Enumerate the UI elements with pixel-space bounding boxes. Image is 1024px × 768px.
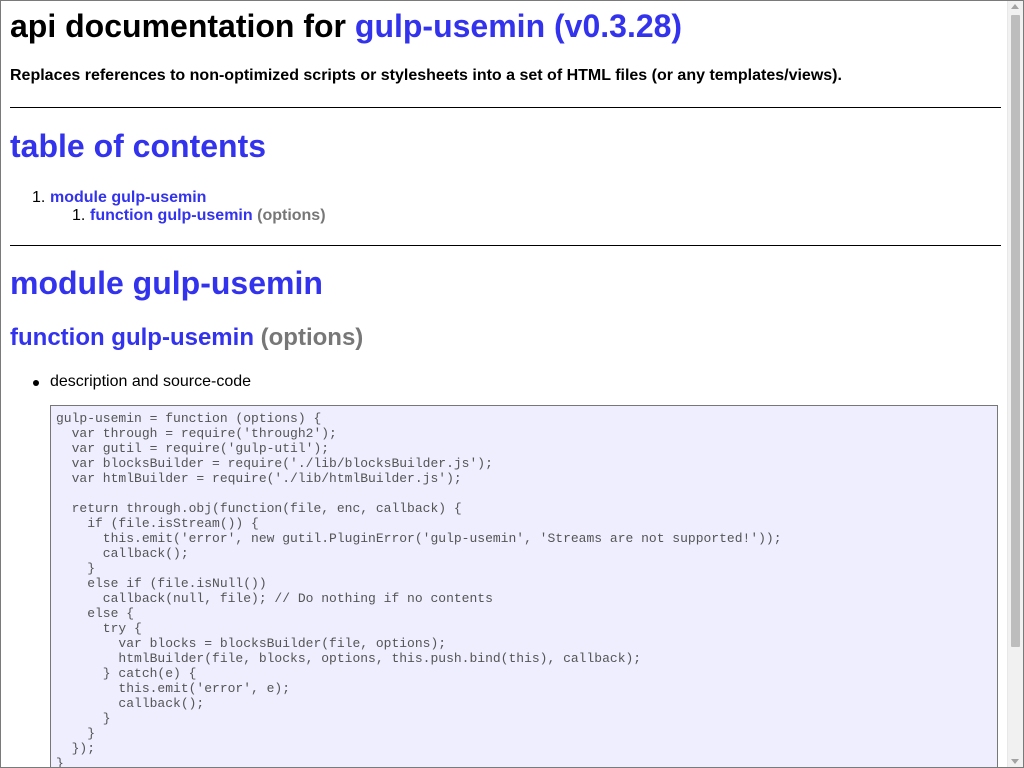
browser-viewport: api documentation for gulp-usemin (v0.3.… bbox=[0, 0, 1024, 768]
toc-link-module[interactable]: module gulp-usemin bbox=[50, 189, 206, 207]
toc-link-function[interactable]: function gulp-usemin bbox=[90, 207, 253, 224]
package-description: Replaces references to non-optimized scr… bbox=[10, 67, 842, 84]
page-title-prefix: api documentation for bbox=[10, 8, 346, 44]
divider bbox=[10, 245, 1001, 246]
toc-subitem-number: 1. bbox=[72, 207, 86, 224]
function-heading: function gulp-usemin (options) bbox=[10, 324, 363, 352]
package-link[interactable]: gulp-usemin (v0.3.28) bbox=[355, 8, 682, 44]
source-code-block: gulp-usemin = function (options) { var t… bbox=[50, 405, 998, 768]
description-bullet-text: description and source-code bbox=[50, 373, 252, 390]
source-code: gulp-usemin = function (options) { var t… bbox=[56, 411, 782, 768]
function-link[interactable]: function gulp-usemin bbox=[10, 324, 254, 351]
vertical-scrollbar[interactable] bbox=[1007, 1, 1023, 767]
toc-heading: table of contents bbox=[10, 128, 267, 164]
page-title: api documentation for gulp-usemin (v0.3.… bbox=[10, 8, 682, 45]
module-heading: module gulp-usemin bbox=[10, 265, 323, 301]
function-args: (options) bbox=[260, 324, 364, 351]
toc-subitem: function gulp-usemin (options) bbox=[90, 207, 326, 225]
toc-item-number: 1. bbox=[32, 189, 46, 206]
toc-function-args: (options) bbox=[257, 207, 326, 224]
scroll-up-arrow-icon[interactable] bbox=[1011, 4, 1019, 9]
divider bbox=[10, 107, 1001, 108]
scrollbar-thumb[interactable] bbox=[1011, 15, 1020, 647]
bullet-icon bbox=[33, 380, 39, 386]
scroll-down-arrow-icon[interactable] bbox=[1011, 759, 1019, 764]
